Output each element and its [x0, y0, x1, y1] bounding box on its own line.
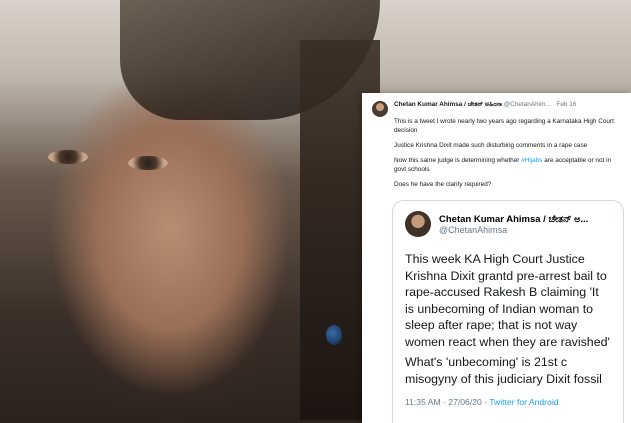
quoted-paragraph: What's 'unbecoming' is 21st c misogyny o… — [405, 355, 602, 386]
earring — [326, 325, 342, 345]
author-name[interactable]: Chetan Kumar Ahimsa / ಚೇತನ್ ಅಹಿಂಸಾ — [394, 101, 502, 108]
quoted-footer: 11:35 AM · 27/06/20 · Twitter for Androi… — [405, 397, 611, 407]
right-eye — [128, 156, 168, 170]
author-handle[interactable]: @ChetanAhim... — [504, 101, 551, 108]
tweet-meta: Chetan Kumar Ahimsa / ಚೇತನ್ ಅಹಿಂಸಾ @Chet… — [394, 101, 576, 109]
tweet-line: This is a tweet I wrote nearly two years… — [394, 118, 614, 134]
tweet-body: This is a tweet I wrote nearly two years… — [394, 117, 621, 189]
tweet-line: Does he have the clarity required? — [394, 181, 492, 188]
quoted-avatar[interactable] — [405, 211, 431, 237]
quoted-header: Chetan Kumar Ahimsa / ಚೇತನ್ ಅ... @Chetan… — [405, 211, 611, 237]
tweet-line: Now this same judge is determining wheth… — [394, 157, 612, 173]
quoted-author-handle[interactable]: @ChetanAhimsa — [439, 225, 588, 235]
tweet-date[interactable]: · Feb 16 — [553, 101, 577, 108]
quoted-tweet[interactable]: Chetan Kumar Ahimsa / ಚೇತನ್ ಅ... @Chetan… — [392, 200, 624, 423]
tweet-header: Chetan Kumar Ahimsa / ಚೇತನ್ ಅಹಿಂಸಾ @Chet… — [372, 101, 621, 117]
quoted-author-name[interactable]: Chetan Kumar Ahimsa / ಚೇತನ್ ಅ... — [439, 214, 588, 225]
quoted-text: This week KA High Court Justice Krishna … — [405, 251, 611, 387]
hashtag-link[interactable]: #Hijabs — [521, 157, 542, 164]
quoted-paragraph: This week KA High Court Justice Krishna … — [405, 252, 610, 349]
quoted-author: Chetan Kumar Ahimsa / ಚೇತನ್ ಅ... @Chetan… — [439, 214, 588, 235]
quoted-source-link[interactable]: Twitter for Android — [489, 397, 558, 407]
left-eye — [48, 150, 88, 164]
quoted-timestamp[interactable]: 11:35 AM · 27/06/20 · — [405, 397, 489, 407]
tweet-line: Justice Krishna Dixit made such disturbi… — [394, 142, 588, 149]
avatar[interactable] — [372, 101, 388, 117]
